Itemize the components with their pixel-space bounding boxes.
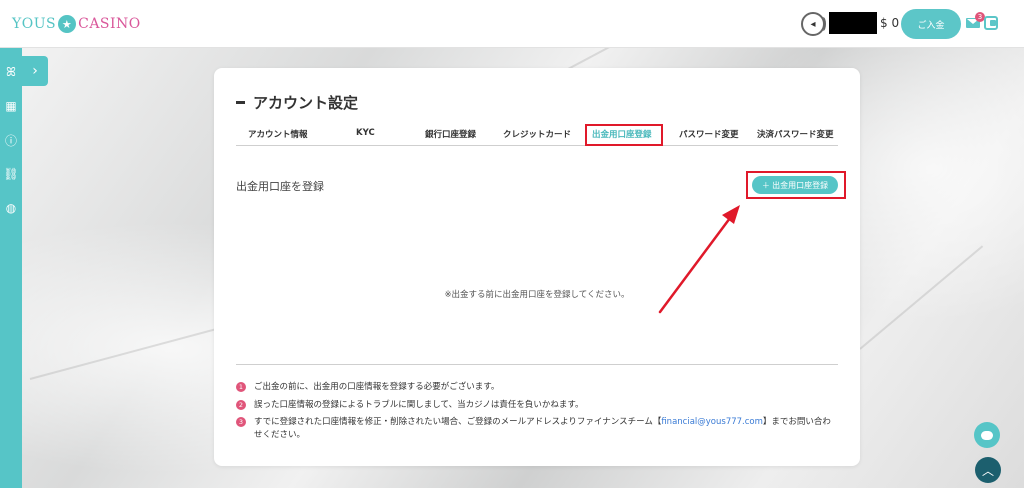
note-item: 1 ご出金の前に、出金用の口座情報を登録する必要がございます。: [236, 381, 838, 394]
note-number-badge: 2: [236, 400, 246, 410]
empty-state-message: ※出金する前に出金用口座を登録してください。: [444, 290, 630, 300]
left-sidebar: ꕤ ▦ ⓘ ⛓ ◍: [0, 48, 22, 488]
link-icon[interactable]: ⛓: [3, 166, 19, 182]
finance-email-link[interactable]: financial@yous777.com: [661, 417, 763, 427]
note-number-badge: 1: [236, 382, 246, 392]
divider: [236, 364, 838, 365]
star-icon: ★: [58, 15, 77, 33]
page-title: アカウント設定: [236, 92, 358, 113]
tab-highlight-box: [585, 124, 663, 146]
redacted-username: [829, 12, 877, 34]
note-text: 誤った口座情報の登録によるトラブルに関しまして、当カジノは責任を負いかねます。: [254, 400, 584, 410]
settings-tabs: アカウント情報 KYC 銀行口座登録 クレジットカード 出金用口座登録 パスワー…: [236, 122, 838, 146]
scroll-to-top-button[interactable]: ︿: [975, 457, 1001, 483]
note-item: 3 すでに登録された口座情報を修正・削除されたい場合、ご登録のメールアドレスより…: [236, 416, 838, 442]
logo-text-casino: CASINO: [78, 16, 141, 32]
page-title-text: アカウント設定: [253, 94, 359, 112]
tab-password-change[interactable]: パスワード変更: [679, 128, 739, 140]
globe-icon[interactable]: ◍: [3, 200, 19, 216]
dash-icon: [236, 101, 245, 104]
tab-kyc[interactable]: KYC: [356, 128, 375, 138]
top-header: YOUS ★ CASINO ◂ $ 0 ご入金 3: [0, 0, 1024, 48]
sidebar-toggle-button[interactable]: ›: [22, 56, 48, 86]
section-title: 出金用口座を登録: [236, 180, 324, 193]
tab-credit-card[interactable]: クレジットカード: [503, 128, 571, 140]
note-number-badge: 3: [236, 417, 246, 427]
info-icon[interactable]: ⓘ: [3, 132, 19, 148]
note-text-before: すでに登録された口座情報を修正・削除されたい場合、ご登録のメールアドレスよりファ…: [254, 417, 662, 427]
grid-icon[interactable]: ▦: [3, 98, 19, 114]
coin-icon[interactable]: ◂: [801, 12, 826, 36]
chat-button[interactable]: [974, 422, 1000, 448]
balance-amount: $ 0: [880, 16, 900, 30]
tab-payment-password-change[interactable]: 決済パスワード変更: [757, 128, 834, 140]
note-text: すでに登録された口座情報を修正・削除されたい場合、ご登録のメールアドレスよりファ…: [254, 416, 838, 442]
medal-icon[interactable]: ꕤ: [3, 64, 19, 80]
tab-account-info[interactable]: アカウント情報: [248, 128, 308, 140]
tab-bank-account[interactable]: 銀行口座登録: [425, 128, 476, 140]
chevron-up-icon: ︿: [981, 463, 994, 478]
marble-vein: [859, 245, 984, 350]
deposit-button[interactable]: ご入金: [901, 9, 961, 39]
note-item: 2 誤った口座情報の登録によるトラブルに関しまして、当カジノは責任を負いかねます…: [236, 399, 838, 412]
site-logo[interactable]: YOUS ★ CASINO: [12, 14, 141, 34]
logout-icon[interactable]: [984, 16, 998, 30]
logo-text-yous: YOUS: [12, 16, 57, 32]
chevron-right-icon: ›: [32, 63, 38, 79]
note-text: ご出金の前に、出金用の口座情報を登録する必要がございます。: [254, 382, 500, 392]
chat-bubble-icon: [981, 430, 993, 440]
add-button-highlight-box: [746, 171, 846, 199]
